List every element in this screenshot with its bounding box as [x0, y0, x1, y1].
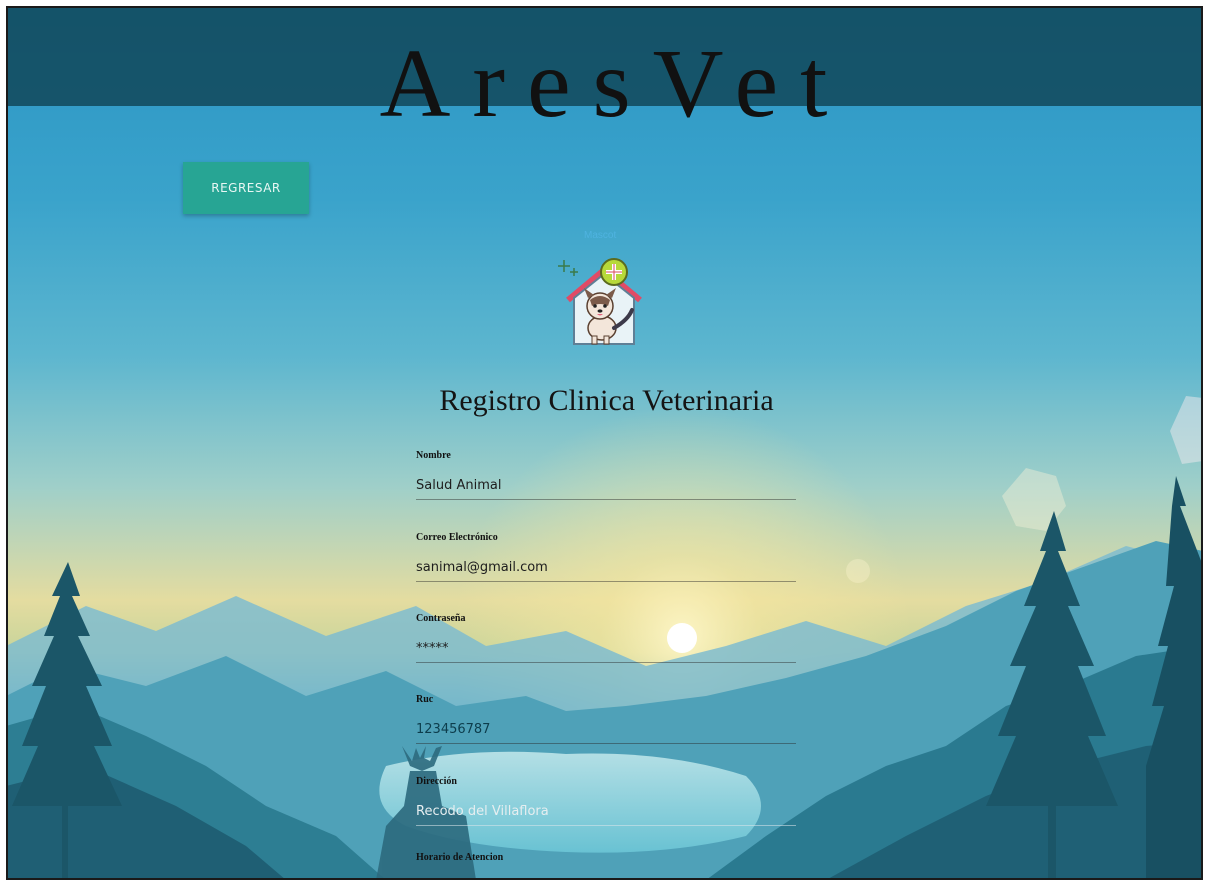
bokeh-circle: [846, 559, 870, 583]
field-nombre: Nombre: [416, 450, 796, 500]
field-direccion: Dirección: [416, 776, 796, 826]
field-label: Ruc: [416, 694, 434, 705]
field-horario: Horario de Atencion: [416, 852, 796, 880]
field-email: Correo Electrónico: [416, 532, 796, 582]
app-title: AresVet: [379, 30, 850, 138]
back-button[interactable]: REGRESAR: [183, 162, 309, 214]
field-ruc: Ruc: [416, 694, 796, 744]
field-label: Dirección: [416, 776, 457, 787]
vet-clinic-house-dog-icon: [558, 258, 642, 345]
address-input[interactable]: [416, 798, 796, 826]
form-title: Registro Clinica Veterinaria: [439, 384, 774, 417]
field-label: Nombre: [416, 450, 451, 461]
field-password: Contraseña: [416, 613, 796, 663]
field-label: Correo Electrónico: [416, 532, 498, 543]
schedule-input[interactable]: [416, 874, 796, 880]
field-label: Horario de Atencion: [416, 852, 504, 863]
field-label: Contraseña: [416, 613, 466, 624]
app-window: AresVet REGRESAR Mascot Registro Clinica…: [6, 6, 1203, 880]
email-input[interactable]: [416, 554, 796, 582]
logo-caption: Mascot: [584, 230, 617, 241]
name-input[interactable]: [416, 472, 796, 500]
password-input[interactable]: [416, 635, 796, 663]
ruc-input[interactable]: [416, 716, 796, 744]
